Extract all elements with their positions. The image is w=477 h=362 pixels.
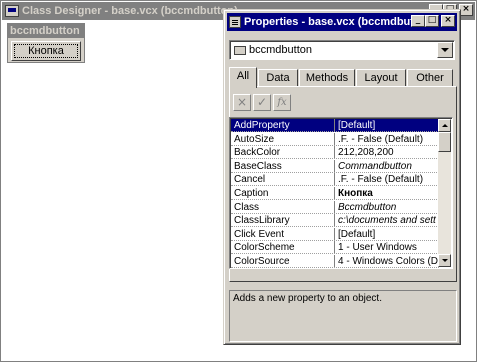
- property-name: Class: [231, 200, 335, 213]
- designed-class-container[interactable]: bccmdbutton Кнопка: [7, 23, 85, 63]
- scroll-down-button[interactable]: [438, 254, 451, 267]
- property-name: AddProperty: [231, 119, 335, 131]
- property-row[interactable]: BaseClass Commandbutton: [231, 159, 439, 173]
- property-value[interactable]: Commandbutton: [335, 160, 439, 172]
- chevron-down-icon: [441, 48, 449, 52]
- property-name: AutoSize: [231, 132, 335, 145]
- property-value[interactable]: Кнопка: [335, 187, 439, 199]
- property-name: Cancel: [231, 173, 335, 186]
- property-name: ClassLibrary: [231, 214, 335, 227]
- properties-window: Properties - base.vcx (bccmdbutton) _ □ …: [223, 9, 461, 345]
- object-selector-value: bccmdbutton: [249, 44, 312, 56]
- property-row[interactable]: Click Event [Default]: [231, 227, 439, 241]
- property-value[interactable]: .F. - False (Default): [335, 133, 439, 145]
- properties-app-icon: [229, 16, 241, 28]
- property-description: Adds a new property to an object.: [229, 290, 457, 342]
- arrow-down-icon: [441, 259, 448, 262]
- property-row[interactable]: AutoSize .F. - False (Default): [231, 132, 439, 146]
- property-row[interactable]: Cancel .F. - False (Default): [231, 173, 439, 187]
- property-grid-scrollbar[interactable]: [438, 119, 451, 267]
- properties-titlebar[interactable]: Properties - base.vcx (bccmdbutton) _ □ …: [227, 13, 457, 31]
- property-value[interactable]: 1 - User Windows: [335, 241, 439, 253]
- property-name: Click Event: [231, 227, 335, 240]
- close-button[interactable]: ×: [459, 4, 473, 16]
- property-value[interactable]: c:\documents and sett: [335, 214, 439, 226]
- property-edit-toolbar: × ✓ fx: [233, 94, 291, 112]
- tab-other[interactable]: Other: [407, 69, 453, 87]
- property-row[interactable]: ColorSource 4 - Windows Colors (De: [231, 255, 439, 268]
- properties-close-button[interactable]: ×: [441, 15, 455, 27]
- arrow-up-icon: [441, 124, 448, 127]
- command-button-icon: [234, 45, 246, 55]
- designed-class-title: bccmdbutton: [8, 24, 84, 38]
- scrollbar-thumb[interactable]: [438, 132, 451, 152]
- tab-all[interactable]: All: [229, 67, 257, 88]
- property-name: Caption: [231, 187, 335, 199]
- property-row[interactable]: AddProperty [Default]: [231, 119, 439, 132]
- property-value[interactable]: 4 - Windows Colors (De: [335, 255, 439, 267]
- class-designer-title: Class Designer - base.vcx (bccmdbutton): [22, 5, 238, 17]
- property-name: ColorSource: [231, 255, 335, 267]
- property-row[interactable]: ClassLibrary c:\documents and sett: [231, 214, 439, 228]
- properties-maximize-button[interactable]: □: [425, 15, 439, 27]
- property-value[interactable]: [Default]: [335, 228, 439, 240]
- property-row[interactable]: Caption Кнопка: [231, 187, 439, 200]
- property-row[interactable]: BackColor 212,208,200: [231, 146, 439, 160]
- properties-window-controls: _ □ ×: [411, 15, 455, 27]
- property-value[interactable]: Bccmdbutton: [335, 201, 439, 213]
- tab-data[interactable]: Data: [258, 69, 298, 87]
- properties-title: Properties - base.vcx (bccmdbutton): [244, 16, 414, 28]
- designed-command-button[interactable]: Кнопка: [11, 41, 81, 61]
- property-grid: AddProperty [Default] AutoSize .F. - False …: [229, 117, 453, 269]
- property-value[interactable]: [Default]: [335, 119, 439, 131]
- property-tabs: All Data Methods Layout Other: [229, 67, 457, 88]
- object-dropdown-button[interactable]: [437, 42, 453, 58]
- property-name: BackColor: [231, 146, 335, 159]
- properties-minimize-button[interactable]: _: [411, 15, 425, 27]
- property-value[interactable]: 212,208,200: [335, 146, 439, 158]
- property-name: ColorScheme: [231, 241, 335, 254]
- property-value[interactable]: .F. - False (Default): [335, 173, 439, 185]
- class-designer-app-icon: [5, 5, 19, 17]
- cancel-icon[interactable]: ×: [233, 94, 251, 111]
- tab-methods[interactable]: Methods: [299, 69, 355, 87]
- property-name: BaseClass: [231, 159, 335, 172]
- accept-icon[interactable]: ✓: [253, 94, 271, 111]
- object-selector[interactable]: bccmdbutton: [229, 40, 455, 60]
- function-icon[interactable]: fx: [273, 94, 291, 111]
- tab-layout[interactable]: Layout: [356, 69, 406, 87]
- property-row[interactable]: ColorScheme 1 - User Windows: [231, 241, 439, 255]
- property-row[interactable]: Class Bccmdbutton: [231, 200, 439, 214]
- scroll-up-button[interactable]: [438, 119, 451, 132]
